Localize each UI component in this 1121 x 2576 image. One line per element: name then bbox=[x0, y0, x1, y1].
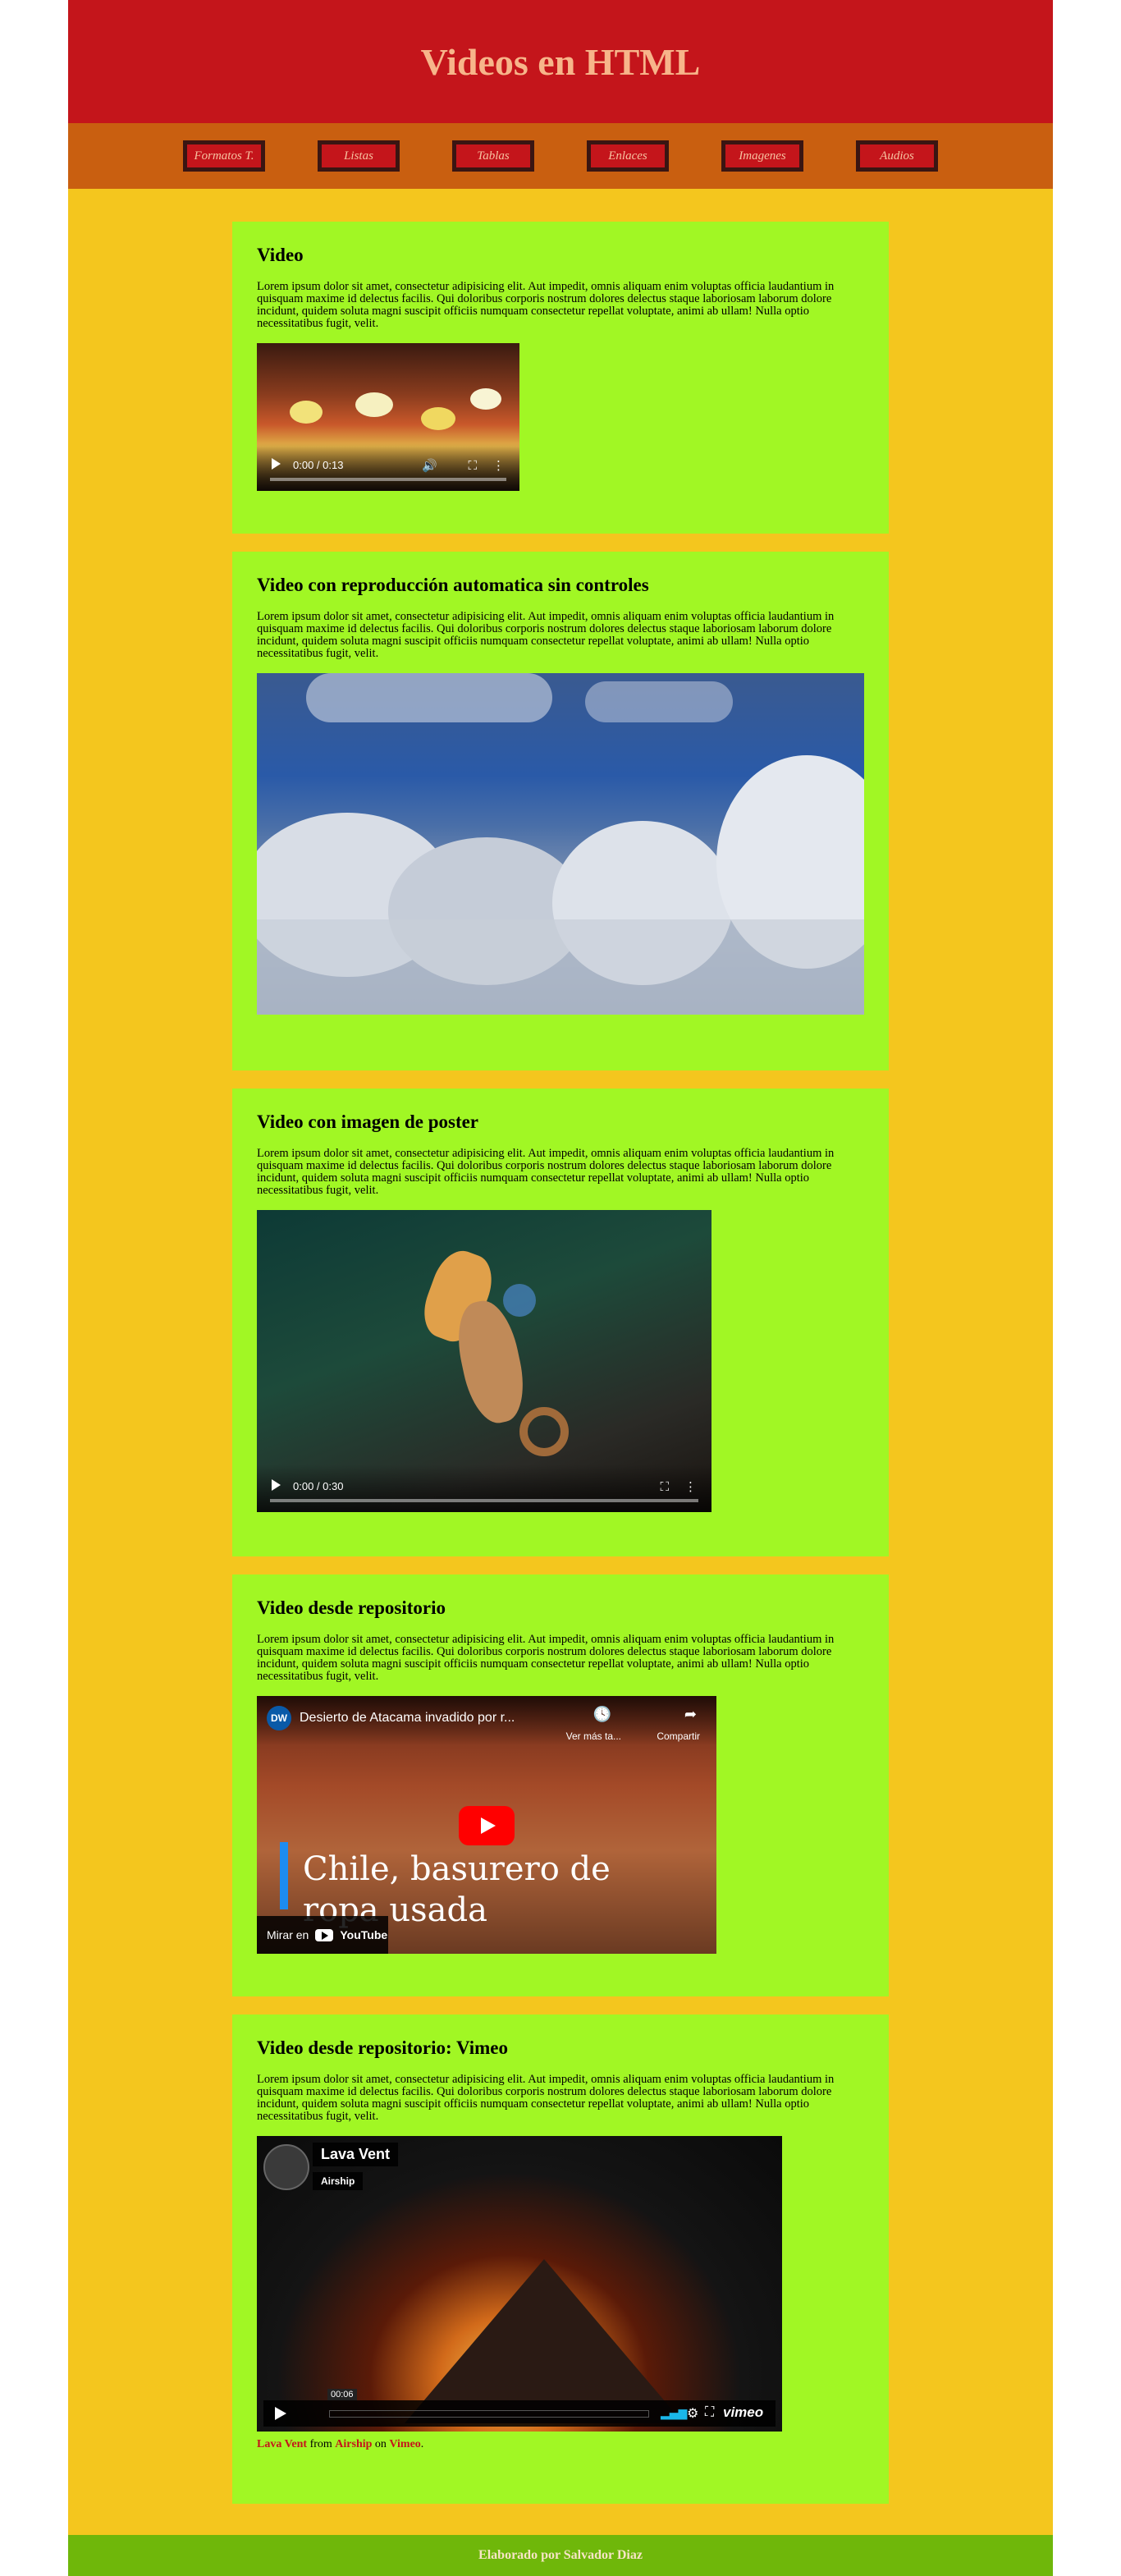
nav-label: Formatos T. bbox=[194, 149, 254, 163]
nav-label: Enlaces bbox=[608, 149, 647, 163]
section-title: Video desde repositorio bbox=[257, 1597, 446, 1618]
youtube-embed[interactable]: DW Desierto de Atacama invadido por r...… bbox=[257, 1696, 716, 1954]
volume-icon[interactable]: 🔊 bbox=[422, 458, 437, 473]
watch-on-youtube-button[interactable]: Mirar en YouTube bbox=[257, 1916, 388, 1954]
watch-later-label: Ver más ta... bbox=[565, 1730, 621, 1742]
section-text: Lorem ipsum dolor sit amet, consectetur … bbox=[257, 280, 835, 330]
credit-user-link[interactable]: Airship bbox=[335, 2438, 372, 2450]
section-title: Video con imagen de poster bbox=[257, 1112, 479, 1132]
nav-imagenes[interactable]: Imagenes bbox=[721, 140, 803, 172]
volcano-shape bbox=[405, 2259, 684, 2423]
youtube-brand: YouTube bbox=[340, 1928, 388, 1941]
footer-text: Elaborado por Salvador Diaz bbox=[478, 2548, 643, 2562]
video-progress[interactable] bbox=[270, 478, 506, 481]
fullscreen-icon[interactable]: ⛶ bbox=[660, 1479, 669, 1494]
volume-icon[interactable]: ▂▄▆ bbox=[661, 2407, 687, 2420]
page-title: Videos en HTML bbox=[420, 40, 701, 83]
settings-icon[interactable]: ⚙ bbox=[687, 2405, 698, 2422]
nav-label: Listas bbox=[344, 149, 373, 163]
autoplay-video[interactable] bbox=[257, 673, 864, 1015]
site-header: Videos en HTML bbox=[68, 0, 1053, 123]
play-icon bbox=[481, 1817, 496, 1834]
credit-text: from bbox=[307, 2438, 336, 2450]
section-youtube: Video desde repositorio Lorem ipsum dolo… bbox=[232, 1574, 889, 1996]
video-controls: 0:00 / 0:30 ⛶ ⋮ bbox=[257, 1464, 711, 1512]
section-text: Lorem ipsum dolor sit amet, consectetur … bbox=[257, 1633, 835, 1683]
video-player[interactable]: 0:00 / 0:13 🔊 ⛶ ⋮ bbox=[257, 343, 519, 491]
section-text: Lorem ipsum dolor sit amet, consectetur … bbox=[257, 2073, 835, 2123]
more-icon[interactable]: ⋮ bbox=[492, 458, 505, 473]
youtube-logo-icon bbox=[315, 1928, 334, 1941]
credit-text: on bbox=[372, 2438, 390, 2450]
video-time: 0:00 / 0:30 bbox=[293, 1480, 344, 1492]
fullscreen-icon[interactable]: ⛶ bbox=[705, 2405, 714, 2420]
headline-accent bbox=[280, 1842, 288, 1909]
main-content: Video Lorem ipsum dolor sit amet, consec… bbox=[68, 189, 1053, 2504]
section-poster: Video con imagen de poster Lorem ipsum d… bbox=[232, 1089, 889, 1556]
channel-avatar[interactable]: DW bbox=[267, 1706, 291, 1730]
nav-label: Tablas bbox=[477, 149, 510, 163]
vimeo-credits: Lava Vent from Airship on Vimeo. bbox=[257, 2438, 864, 2451]
section-autoplay: Video con reproducción automatica sin co… bbox=[232, 552, 889, 1070]
video-controls: 0:00 / 0:13 🔊 ⛶ ⋮ bbox=[257, 443, 519, 491]
share-icon[interactable]: ➦ bbox=[684, 1706, 697, 1723]
nav-label: Imagenes bbox=[739, 149, 786, 163]
nav-enlaces[interactable]: Enlaces bbox=[587, 140, 669, 172]
section-title: Video desde repositorio: Vimeo bbox=[257, 2037, 508, 2058]
vimeo-time: 00:06 bbox=[327, 2389, 357, 2400]
nav-listas[interactable]: Listas bbox=[318, 140, 400, 172]
watch-on-label: Mirar en bbox=[267, 1928, 309, 1941]
youtube-play-button[interactable] bbox=[459, 1806, 515, 1845]
video-time: 0:00 / 0:13 bbox=[293, 459, 344, 471]
section-title: Video bbox=[257, 245, 304, 265]
video-progress[interactable] bbox=[270, 1499, 698, 1502]
vimeo-title[interactable]: Lava Vent bbox=[313, 2143, 399, 2166]
section-video: Video Lorem ipsum dolor sit amet, consec… bbox=[232, 222, 889, 534]
play-icon[interactable] bbox=[272, 458, 281, 470]
vimeo-progress[interactable] bbox=[329, 2410, 649, 2418]
nav-formatos[interactable]: Formatos T. bbox=[183, 140, 265, 172]
poster-video[interactable]: 0:00 / 0:30 ⛶ ⋮ bbox=[257, 1210, 711, 1512]
section-text: Lorem ipsum dolor sit amet, consectetur … bbox=[257, 1147, 835, 1197]
share-label: Compartir bbox=[657, 1730, 700, 1742]
nav-audios[interactable]: Audios bbox=[856, 140, 938, 172]
site-footer: Elaborado por Salvador Diaz bbox=[68, 2535, 1053, 2576]
vimeo-controlbar: 00:06 ▂▄▆ ⚙ ⛶ vimeo bbox=[263, 2389, 776, 2427]
nav-tablas[interactable]: Tablas bbox=[452, 140, 534, 172]
fullscreen-icon[interactable]: ⛶ bbox=[468, 458, 477, 473]
vimeo-logo[interactable]: vimeo bbox=[723, 2404, 763, 2421]
nav-label: Audios bbox=[880, 149, 914, 163]
vimeo-user[interactable]: Airship bbox=[313, 2172, 364, 2190]
vimeo-avatar[interactable] bbox=[263, 2144, 309, 2190]
clock-icon[interactable]: 🕓 bbox=[593, 1706, 611, 1723]
page: Videos en HTML Formatos T. Listas Tablas… bbox=[68, 0, 1053, 2576]
section-vimeo: Video desde repositorio: Vimeo Lorem ips… bbox=[232, 2015, 889, 2504]
vimeo-embed[interactable]: Lava Vent Airship 00:06 ▂▄▆ ⚙ ⛶ vimeo bbox=[257, 2136, 782, 2432]
credit-video-link[interactable]: Lava Vent bbox=[257, 2438, 307, 2450]
credit-site-link[interactable]: Vimeo bbox=[389, 2438, 420, 2450]
more-icon[interactable]: ⋮ bbox=[684, 1479, 697, 1494]
play-icon[interactable] bbox=[272, 1479, 281, 1491]
credit-text: . bbox=[420, 2438, 424, 2450]
main-nav: Formatos T. Listas Tablas Enlaces Imagen… bbox=[68, 123, 1053, 189]
youtube-title[interactable]: Desierto de Atacama invadido por r... bbox=[300, 1711, 515, 1726]
section-text: Lorem ipsum dolor sit amet, consectetur … bbox=[257, 610, 835, 660]
play-icon[interactable] bbox=[275, 2407, 286, 2420]
section-title: Video con reproducción automatica sin co… bbox=[257, 575, 649, 595]
